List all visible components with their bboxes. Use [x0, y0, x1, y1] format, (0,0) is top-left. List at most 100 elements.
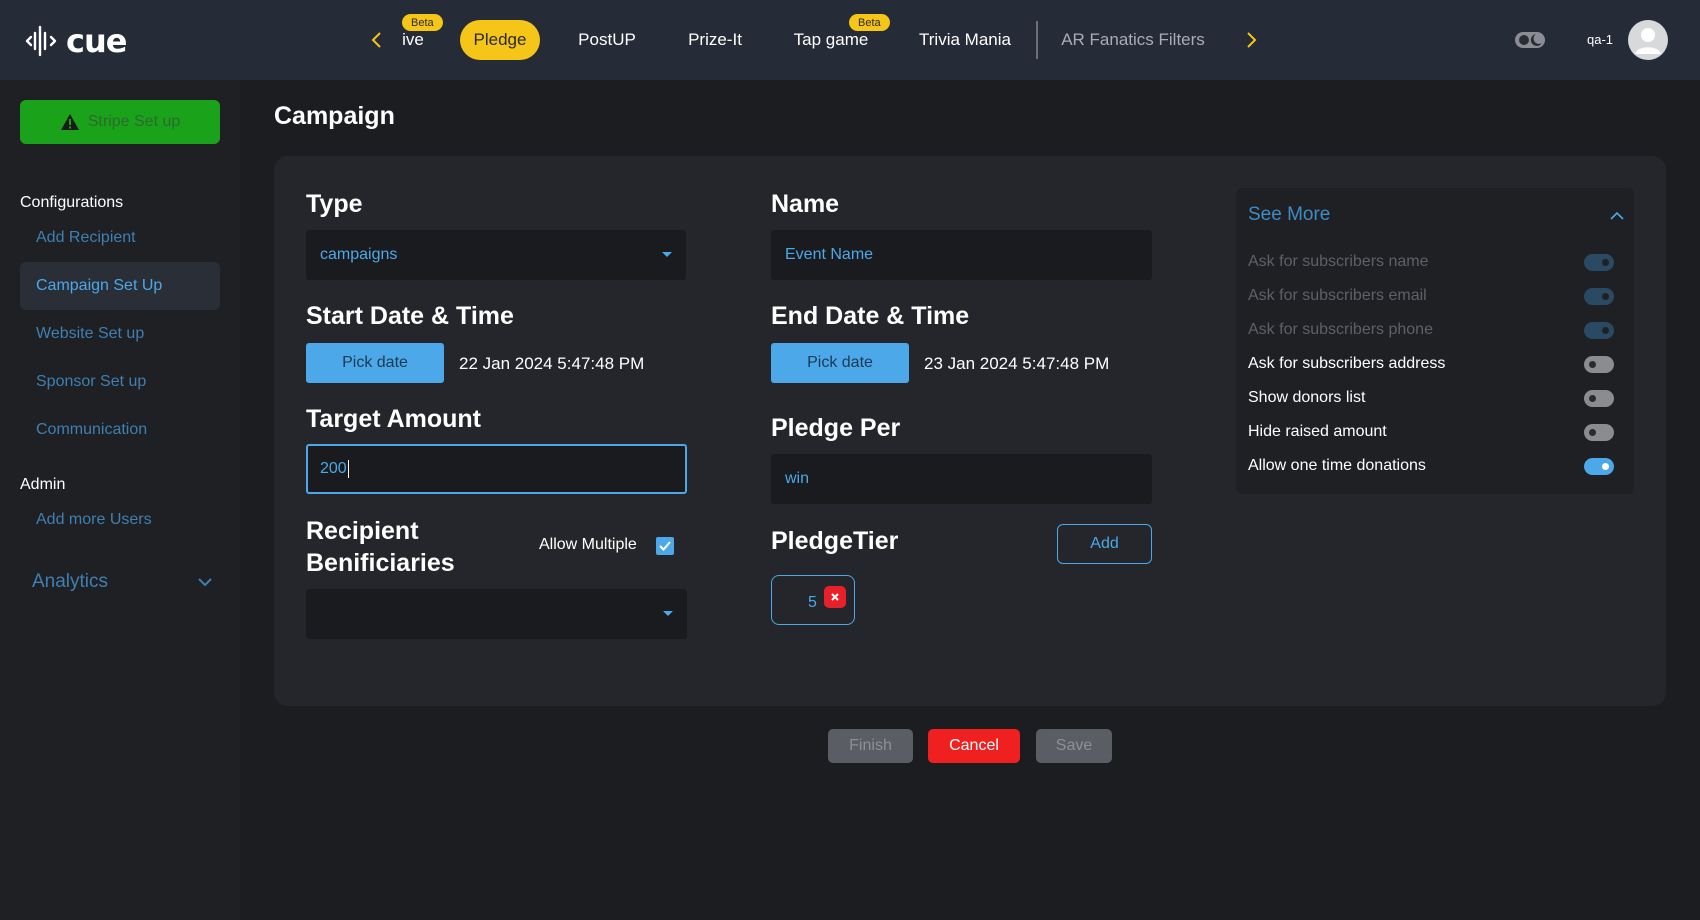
- tab-tap-game-label: Tap game: [793, 30, 869, 49]
- recipient-label-line2: Benificiaries: [306, 549, 455, 577]
- option-label: Ask for subscribers address: [1248, 355, 1446, 372]
- start-pick-date-button[interactable]: Pick date: [306, 343, 444, 383]
- text-cursor: [347, 460, 349, 478]
- allow-one-time-donations-toggle[interactable]: [1584, 458, 1614, 475]
- save-label: Save: [1055, 737, 1093, 754]
- see-more-panel: See More Ask for subscribers name Ask fo…: [1236, 188, 1634, 494]
- ask-subscribers-email-toggle[interactable]: [1584, 288, 1614, 305]
- top-navigation-bar: cue ive Beta Pledge PostUP Prize-It Tap …: [0, 0, 1700, 80]
- add-pledge-tier-button[interactable]: Add: [1057, 524, 1152, 564]
- pledge-tier-value: 5: [808, 594, 817, 611]
- option-label: Ask for subscribers phone: [1248, 321, 1433, 338]
- allow-multiple-label: Allow Multiple: [539, 536, 637, 553]
- save-button[interactable]: Save: [1036, 729, 1112, 763]
- logo-text: cue: [66, 22, 127, 60]
- chevron-up-icon[interactable]: [1610, 208, 1624, 226]
- tab-pledge-label: Pledge: [473, 30, 527, 49]
- finish-label: Finish: [849, 737, 892, 754]
- end-date-label: End Date & Time: [771, 302, 970, 330]
- tab-postup-label: PostUP: [578, 30, 636, 49]
- dark-mode-toggle-icon: [1515, 32, 1545, 48]
- type-label: Type: [306, 190, 363, 218]
- warning-icon: [60, 114, 79, 130]
- sidebar-item-sponsor-set-up[interactable]: Sponsor Set up: [20, 358, 220, 406]
- sidebar-item-add-recipient[interactable]: Add Recipient: [20, 214, 220, 262]
- pledge-per-label: Pledge Per: [771, 414, 901, 442]
- tab-prize-it[interactable]: Prize-It: [680, 20, 750, 60]
- stripe-setup-button[interactable]: Stripe Set up: [20, 100, 220, 144]
- nav-scroll-left-icon[interactable]: [364, 26, 388, 54]
- option-label: Allow one time donations: [1248, 457, 1426, 474]
- finish-button[interactable]: Finish: [828, 729, 913, 763]
- sidebar-item-add-more-users[interactable]: Add more Users: [20, 496, 220, 544]
- page-title: Campaign: [274, 102, 395, 130]
- ask-subscribers-name-toggle[interactable]: [1584, 254, 1614, 271]
- tab-ar-fanatics-filters-label: AR Fanatics Filters: [1061, 30, 1205, 49]
- tab-trivia-mania-label: Trivia Mania: [919, 30, 1011, 49]
- start-date-label: Start Date & Time: [306, 302, 514, 330]
- show-donors-list-toggle[interactable]: [1584, 390, 1614, 407]
- target-amount-value: 200: [320, 460, 347, 477]
- cancel-button[interactable]: Cancel: [928, 729, 1020, 763]
- name-input-placeholder: Event Name: [785, 246, 874, 263]
- add-button-label: Add: [1090, 535, 1119, 552]
- sidebar-item-label: Communication: [36, 421, 148, 438]
- sidebar-item-label: Add Recipient: [36, 229, 136, 246]
- sidebar-item-label: Add more Users: [36, 511, 152, 528]
- option-label: Hide raised amount: [1248, 423, 1387, 440]
- sidebar: Stripe Set up Configurations Add Recipie…: [0, 80, 240, 920]
- nav-scroll-right-icon[interactable]: [1240, 26, 1264, 54]
- tab-live-label: ive: [402, 30, 424, 49]
- end-pick-date-button[interactable]: Pick date: [771, 343, 909, 383]
- checkmark-icon: [659, 541, 671, 551]
- user-avatar-icon: [1635, 28, 1661, 54]
- name-input[interactable]: Event Name: [771, 230, 1152, 280]
- configurations-heading: Configurations: [20, 194, 124, 211]
- sidebar-item-label: Website Set up: [36, 325, 145, 342]
- target-amount-input[interactable]: 200: [306, 444, 687, 494]
- start-date-value: 22 Jan 2024 5:47:48 PM: [459, 354, 645, 373]
- sidebar-item-label: Campaign Set Up: [36, 277, 163, 294]
- allow-multiple-checkbox[interactable]: [656, 537, 674, 555]
- nav-divider: [1036, 21, 1038, 59]
- sidebar-item-communication[interactable]: Communication: [20, 406, 220, 454]
- cue-logo[interactable]: cue: [24, 22, 127, 60]
- theme-toggle[interactable]: [1514, 30, 1546, 55]
- pledge-tier-chip[interactable]: 5: [771, 575, 855, 625]
- sidebar-item-label: Sponsor Set up: [36, 373, 147, 390]
- option-label: Show donors list: [1248, 389, 1366, 406]
- close-icon: [831, 593, 839, 601]
- tab-trivia-mania[interactable]: Trivia Mania: [916, 20, 1014, 60]
- tab-postup[interactable]: PostUP: [572, 20, 642, 60]
- ask-subscribers-phone-toggle[interactable]: [1584, 322, 1614, 339]
- type-select-value: campaigns: [320, 246, 398, 263]
- avatar[interactable]: [1628, 20, 1668, 60]
- user-name: qa-1: [1587, 32, 1614, 47]
- chevron-down-icon: [198, 578, 212, 587]
- target-amount-label: Target Amount: [306, 405, 481, 433]
- sidebar-item-campaign-set-up[interactable]: Campaign Set Up: [20, 262, 220, 310]
- sidebar-analytics-toggle[interactable]: Analytics: [32, 568, 212, 596]
- name-label: Name: [771, 190, 840, 218]
- beta-badge: Beta: [402, 14, 443, 31]
- pledge-per-value: win: [785, 470, 810, 487]
- tab-prize-it-label: Prize-It: [688, 30, 742, 49]
- see-more-title[interactable]: See More: [1248, 204, 1330, 226]
- soundwave-logo-icon: [25, 25, 57, 57]
- pick-date-label: Pick date: [807, 354, 873, 371]
- beta-badge: Beta: [849, 14, 890, 31]
- recipient-label-line1: Recipient: [306, 517, 419, 545]
- tab-pledge[interactable]: Pledge: [460, 20, 540, 60]
- ask-subscribers-address-toggle[interactable]: [1584, 356, 1614, 373]
- sidebar-item-website-set-up[interactable]: Website Set up: [20, 310, 220, 358]
- tab-ar-fanatics-filters[interactable]: AR Fanatics Filters: [1058, 20, 1208, 60]
- pledge-tier-label: PledgeTier: [771, 527, 899, 555]
- recipient-beneficiaries-label: Recipient Benificiaries: [306, 515, 455, 579]
- hide-raised-amount-toggle[interactable]: [1584, 424, 1614, 441]
- cancel-label: Cancel: [949, 737, 999, 754]
- remove-tier-button[interactable]: [824, 586, 846, 608]
- type-select[interactable]: campaigns: [306, 230, 686, 280]
- option-label: Ask for subscribers email: [1248, 287, 1427, 304]
- recipient-beneficiaries-select[interactable]: [306, 589, 687, 639]
- pledge-per-input[interactable]: win: [771, 454, 1152, 504]
